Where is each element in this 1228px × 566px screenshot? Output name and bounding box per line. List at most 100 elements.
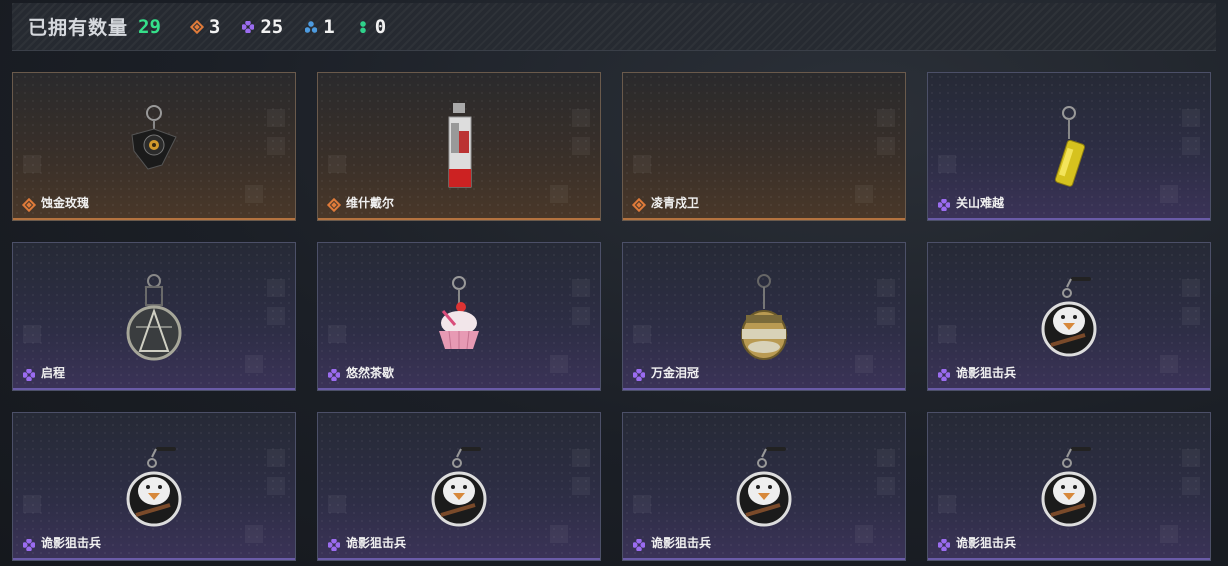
rarity-bar (13, 558, 295, 560)
decor-square (245, 355, 263, 373)
purple-diamond-icon (633, 539, 645, 551)
rarity-bar (13, 218, 295, 220)
pendant-card[interactable]: 万金泪冠 (622, 242, 906, 391)
stat-orange: 3 (191, 16, 220, 38)
rarity-bar (623, 218, 905, 220)
blue-diamond-icon (305, 20, 318, 33)
orange-diamond-icon (328, 199, 340, 211)
tag-pendant-icon (419, 73, 499, 193)
decor-square (1182, 109, 1200, 127)
decor-square (572, 137, 590, 155)
decor-square (267, 477, 285, 495)
decor-square (855, 355, 873, 373)
pendant-name: 凌青戍卫 (651, 196, 700, 210)
rose-pendant-icon (114, 73, 194, 193)
purple-diamond-icon (328, 539, 340, 551)
purple-diamond-icon (938, 369, 950, 381)
decor-square (267, 109, 285, 127)
pendant-name: 维什戴尔 (346, 196, 395, 210)
pendant-name: 诡影狙击兵 (651, 536, 712, 550)
pendant-card[interactable]: 诡影狙击兵 (927, 242, 1211, 391)
decor-square (877, 279, 895, 297)
rarity-bar (318, 388, 600, 390)
pendant-name: 诡影狙击兵 (346, 536, 407, 550)
decor-square (1160, 355, 1178, 373)
stat-blue: 1 (305, 15, 335, 38)
decor-square (855, 525, 873, 543)
pendant-name: 诡影狙击兵 (956, 366, 1017, 380)
decor-square (23, 155, 41, 173)
stat-green: 0 (356, 15, 387, 38)
pendant-card[interactable]: 悠然茶歇 (317, 242, 601, 391)
decor-square (267, 307, 285, 325)
decor-square (855, 185, 873, 203)
pendant-name: 诡影狙击兵 (41, 536, 102, 550)
purple-diamond-icon (242, 20, 255, 33)
stat-green-value: 0 (374, 15, 387, 38)
decor-square (267, 279, 285, 297)
decor-square (550, 185, 568, 203)
decor-square (23, 495, 41, 513)
decor-square (1160, 185, 1178, 203)
decor-square (328, 325, 346, 343)
decor-square (328, 155, 346, 173)
stat-blue-value: 1 (323, 15, 335, 38)
purple-diamond-icon (23, 539, 35, 551)
decor-square (245, 525, 263, 543)
rarity-bar (928, 218, 1210, 220)
decor-square (550, 355, 568, 373)
rarity-bar (318, 218, 600, 220)
can-pendant-icon (1029, 73, 1109, 193)
decor-square (633, 495, 651, 513)
decor-square (267, 449, 285, 467)
rarity-bar (623, 558, 905, 560)
decor-square (877, 307, 895, 325)
decor-square (877, 449, 895, 467)
purple-diamond-icon (633, 369, 645, 381)
decor-square (572, 279, 590, 297)
rarity-bar (928, 388, 1210, 390)
pendant-card[interactable]: 启程 (12, 242, 296, 391)
decor-square (23, 325, 41, 343)
goose-pendant-icon (1029, 413, 1109, 533)
decor-square (877, 477, 895, 495)
decor-square (1182, 449, 1200, 467)
pendant-card[interactable]: 诡影狙击兵 (927, 412, 1211, 561)
pendant-card[interactable]: 诡影狙击兵 (12, 412, 296, 561)
purple-diamond-icon (938, 539, 950, 551)
decor-square (633, 155, 651, 173)
goose-pendant-icon (419, 413, 499, 533)
decor-square (328, 495, 346, 513)
pendant-name: 蚀金玫瑰 (41, 196, 90, 210)
pendant-name: 悠然茶歇 (346, 366, 395, 380)
decor-square (877, 137, 895, 155)
rarity-bar (13, 388, 295, 390)
orange-diamond-icon (633, 199, 645, 211)
decor-square (633, 325, 651, 343)
decor-square (1182, 307, 1200, 325)
rarity-bar (928, 558, 1210, 560)
owned-count: 29 (138, 15, 161, 38)
pendant-card[interactable]: 凌青戍卫 (622, 72, 906, 221)
decor-square (245, 185, 263, 203)
purple-diamond-icon (938, 199, 950, 211)
decor-square (572, 449, 590, 467)
stat-purple: 25 (242, 16, 283, 38)
decor-square (1182, 137, 1200, 155)
pendant-name: 关山难越 (956, 196, 1005, 210)
orange-diamond-icon (23, 199, 35, 211)
pendant-card[interactable]: 蚀金玫瑰 (12, 72, 296, 221)
decor-square (877, 109, 895, 127)
empty-art (724, 73, 804, 193)
goose-pendant-icon (724, 413, 804, 533)
pendant-card[interactable]: 诡影狙击兵 (317, 412, 601, 561)
pendant-card[interactable]: 关山难越 (927, 72, 1211, 221)
pendant-card[interactable]: 诡影狙击兵 (622, 412, 906, 561)
pendant-card[interactable]: 维什戴尔 (317, 72, 601, 221)
decor-square (938, 325, 956, 343)
decor-square (572, 109, 590, 127)
purple-diamond-icon (328, 369, 340, 381)
rarity-bar (318, 558, 600, 560)
green-dots-icon (356, 20, 369, 33)
goose-pendant-icon (1029, 243, 1109, 363)
